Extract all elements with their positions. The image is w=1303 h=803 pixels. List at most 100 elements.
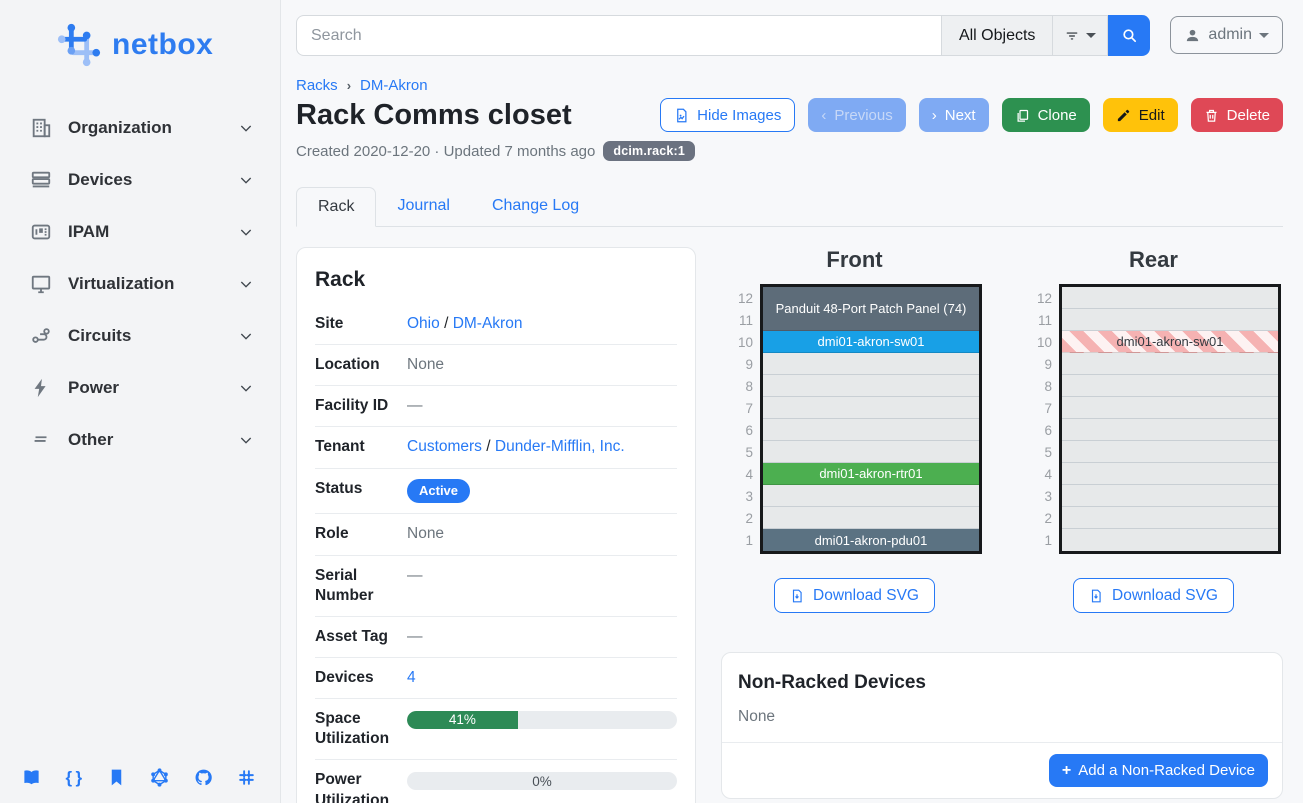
role-value: None xyxy=(407,524,677,544)
rack-empty-slot[interactable] xyxy=(763,507,979,529)
unit-number: 11 xyxy=(727,309,753,331)
devices-count-link[interactable]: 4 xyxy=(407,669,416,686)
rack-empty-slot[interactable] xyxy=(1062,507,1278,529)
rack-grid: dmi01-akron-sw01 xyxy=(1059,284,1281,554)
user-menu-button[interactable]: admin xyxy=(1170,16,1283,54)
netbox-logo[interactable]: netbox xyxy=(0,0,280,74)
bookmark-icon[interactable] xyxy=(107,768,126,787)
rack-empty-slot[interactable] xyxy=(763,441,979,463)
location-value: None xyxy=(407,355,677,375)
row-label: Devices xyxy=(315,668,407,688)
sidebar-item-circuits[interactable]: Circuits xyxy=(0,310,280,362)
plus-icon: + xyxy=(1062,763,1071,779)
caret-down-icon xyxy=(1086,33,1096,38)
rack-empty-slot[interactable] xyxy=(763,485,979,507)
search-filter-button[interactable] xyxy=(1052,15,1108,56)
pencil-icon xyxy=(1116,108,1131,123)
rack-empty-slot[interactable] xyxy=(1062,419,1278,441)
rack-empty-slot[interactable] xyxy=(1062,397,1278,419)
rack-device[interactable]: dmi01-akron-sw01 xyxy=(1062,331,1278,353)
tab-rack[interactable]: Rack xyxy=(296,187,376,227)
tab-journal[interactable]: Journal xyxy=(376,187,470,227)
row-label: Site xyxy=(315,314,407,334)
site-region-link[interactable]: Ohio xyxy=(407,315,440,332)
rack-empty-slot[interactable] xyxy=(763,375,979,397)
chevron-down-icon xyxy=(238,172,254,188)
rack-empty-slot[interactable] xyxy=(1062,485,1278,507)
row-status: Status Active xyxy=(315,468,677,514)
clone-button[interactable]: Clone xyxy=(1002,98,1090,132)
hide-images-button[interactable]: Hide Images xyxy=(660,98,795,132)
tenant-link[interactable]: Dunder-Mifflin, Inc. xyxy=(495,438,625,455)
sidebar-item-organization[interactable]: Organization xyxy=(0,102,280,154)
github-icon[interactable] xyxy=(194,768,213,787)
tenant-group-link[interactable]: Customers xyxy=(407,438,482,455)
sidebar-item-label: Other xyxy=(68,430,238,450)
copy-icon xyxy=(1015,108,1030,123)
title-row: Rack Comms closet Hide Images ‹ Previous… xyxy=(296,98,1283,132)
add-non-racked-label: Add a Non-Racked Device xyxy=(1078,762,1255,779)
delete-label: Delete xyxy=(1227,107,1270,124)
slack-icon[interactable] xyxy=(237,768,256,787)
rack-device[interactable]: dmi01-akron-sw01 xyxy=(763,331,979,353)
rack-empty-slot[interactable] xyxy=(1062,529,1278,551)
server-icon xyxy=(30,169,52,191)
rack-device[interactable]: dmi01-akron-pdu01 xyxy=(763,529,979,551)
row-label: Location xyxy=(315,355,407,375)
row-facility-id: Facility ID — xyxy=(315,385,677,426)
next-button[interactable]: › Next xyxy=(919,98,989,132)
unit-number: 7 xyxy=(727,397,753,419)
rack-device[interactable]: dmi01-akron-rtr01 xyxy=(763,463,979,485)
rack-empty-slot[interactable] xyxy=(1062,287,1278,309)
sidebar-item-label: IPAM xyxy=(68,222,238,242)
rack-empty-slot[interactable] xyxy=(1062,441,1278,463)
sidebar-item-devices[interactable]: Devices xyxy=(0,154,280,206)
caret-down-icon xyxy=(1259,33,1269,38)
sidebar-item-label: Circuits xyxy=(68,326,238,346)
rack-empty-slot[interactable] xyxy=(1062,309,1278,331)
previous-button[interactable]: ‹ Previous xyxy=(808,98,905,132)
unit-number: 12 xyxy=(727,287,753,309)
rack-empty-slot[interactable] xyxy=(763,397,979,419)
breadcrumb-racks[interactable]: Racks xyxy=(296,77,338,94)
row-label: Role xyxy=(315,524,407,544)
edit-button[interactable]: Edit xyxy=(1103,98,1178,132)
search-scope-button[interactable]: All Objects xyxy=(941,15,1052,56)
non-racked-empty-text: None xyxy=(722,694,1282,742)
global-search: All Objects xyxy=(296,15,1150,56)
rack-empty-slot[interactable] xyxy=(1062,375,1278,397)
add-non-racked-device-button[interactable]: + Add a Non-Racked Device xyxy=(1049,754,1268,787)
chevron-down-icon xyxy=(238,380,254,396)
search-submit-button[interactable] xyxy=(1108,15,1150,56)
unit-number: 1 xyxy=(727,529,753,551)
tab-change-log[interactable]: Change Log xyxy=(471,187,600,227)
user-icon xyxy=(1184,27,1201,44)
breadcrumb-site[interactable]: DM-Akron xyxy=(360,77,428,94)
rack-empty-slot[interactable] xyxy=(1062,353,1278,375)
right-column: Front 121110987654321 Panduit 48-Port Pa… xyxy=(721,247,1283,803)
rack-empty-slot[interactable] xyxy=(1062,463,1278,485)
graphql-icon[interactable] xyxy=(150,768,169,787)
site-link[interactable]: DM-Akron xyxy=(453,315,523,332)
delete-button[interactable]: Delete xyxy=(1191,98,1283,132)
unit-number: 9 xyxy=(1026,353,1052,375)
space-utilization-bar: 41% xyxy=(407,711,677,729)
docs-icon[interactable] xyxy=(22,768,41,787)
download-svg-front-button[interactable]: Download SVG xyxy=(774,578,935,613)
trash-icon xyxy=(1204,108,1219,123)
non-racked-devices-card: Non-Racked Devices None + Add a Non-Rack… xyxy=(721,652,1283,799)
rack-empty-slot[interactable] xyxy=(763,353,979,375)
download-svg-rear-button[interactable]: Download SVG xyxy=(1073,578,1234,613)
row-devices: Devices 4 xyxy=(315,657,677,698)
unit-numbers: 121110987654321 xyxy=(727,284,753,554)
page-title: Rack Comms closet xyxy=(296,99,660,132)
row-label: Power Utilization xyxy=(315,770,407,803)
sidebar-item-ipam[interactable]: IPAM xyxy=(0,206,280,258)
sidebar-item-power[interactable]: Power xyxy=(0,362,280,414)
sidebar-item-virtualization[interactable]: Virtualization xyxy=(0,258,280,310)
rack-device[interactable]: Panduit 48-Port Patch Panel (74) xyxy=(763,287,979,331)
code-braces-icon[interactable]: { } xyxy=(65,768,82,787)
search-input[interactable] xyxy=(296,15,941,56)
rack-empty-slot[interactable] xyxy=(763,419,979,441)
sidebar-item-other[interactable]: Other xyxy=(0,414,280,466)
